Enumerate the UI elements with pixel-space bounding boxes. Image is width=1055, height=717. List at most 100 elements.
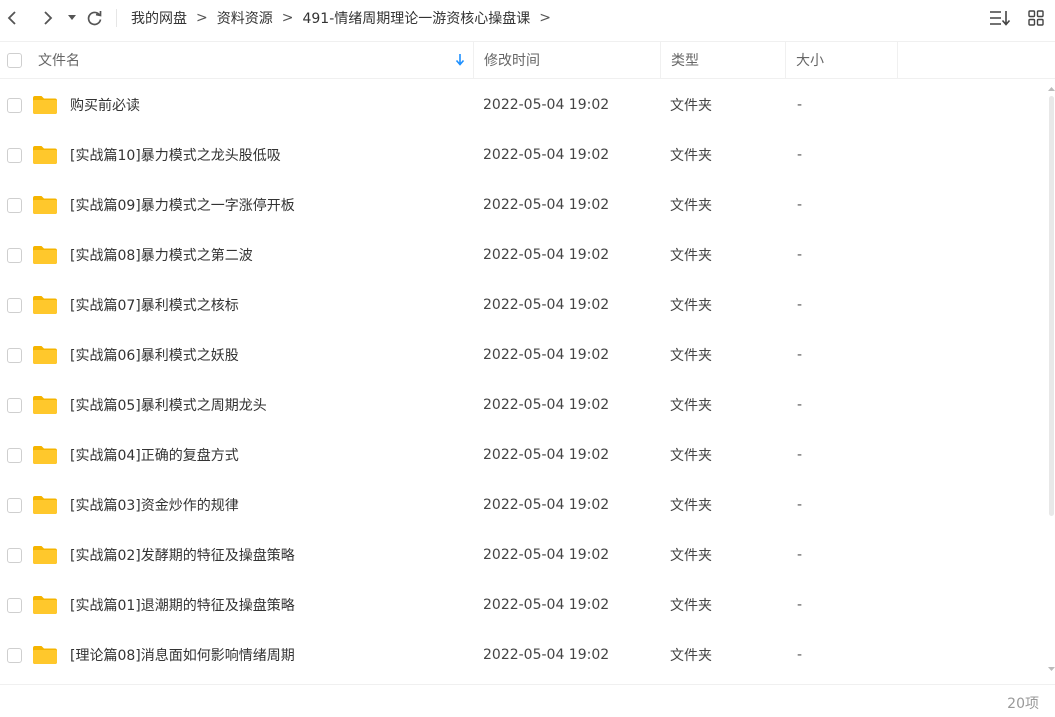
file-name-cell[interactable]: [实战篇09]暴力模式之一字涨停开板 <box>28 195 474 215</box>
file-size: - <box>797 647 803 663</box>
row-checkbox[interactable] <box>6 197 22 213</box>
column-header-size-label: 大小 <box>796 53 824 69</box>
file-name-cell[interactable]: [实战篇03]资金炒作的规律 <box>28 495 474 515</box>
row-checkbox[interactable] <box>6 147 22 163</box>
file-size: - <box>797 397 803 413</box>
file-modified: 2022-05-04 19:02 <box>483 547 610 563</box>
file-type: 文件夹 <box>670 598 712 614</box>
vertical-scrollbar[interactable] <box>1048 80 1055 680</box>
file-row[interactable]: [实战篇10]暴力模式之龙头股低吸 2022-05-04 19:02 文件夹 - <box>0 130 1048 180</box>
file-modified: 2022-05-04 19:02 <box>483 197 610 213</box>
file-modified: 2022-05-04 19:02 <box>483 447 610 463</box>
file-name-cell[interactable]: [实战篇02]发酵期的特征及操盘策略 <box>28 545 474 565</box>
breadcrumb-separator: > <box>196 10 208 26</box>
file-name-cell[interactable]: 购买前必读 <box>28 95 474 115</box>
file-row[interactable]: [实战篇08]暴力模式之第二波 2022-05-04 19:02 文件夹 - <box>0 230 1048 280</box>
refresh-button[interactable] <box>82 3 106 33</box>
folder-icon <box>33 446 57 464</box>
row-checkbox[interactable] <box>6 397 22 413</box>
file-list: 购买前必读 2022-05-04 19:02 文件夹 - [实战篇10]暴力模式之龙头股… <box>0 80 1048 680</box>
column-header-type[interactable]: 类型 <box>661 42 786 78</box>
file-type: 文件夹 <box>670 648 712 664</box>
file-name-cell[interactable]: [理论篇08]消息面如何影响情绪周期 <box>28 645 474 665</box>
file-name[interactable]: [实战篇07]暴利模式之核标 <box>70 295 239 315</box>
sort-button[interactable] <box>987 5 1013 31</box>
row-checkbox[interactable] <box>6 497 22 513</box>
item-count: 20项 <box>1007 696 1039 712</box>
nav-divider <box>116 9 117 27</box>
grid-view-icon <box>1028 10 1044 26</box>
file-row[interactable]: [实战篇02]发酵期的特征及操盘策略 2022-05-04 19:02 文件夹 - <box>0 530 1048 580</box>
row-checkbox[interactable] <box>6 597 22 613</box>
row-checkbox[interactable] <box>6 97 22 113</box>
row-checkbox-cell <box>0 497 28 513</box>
folder-icon <box>33 296 57 314</box>
breadcrumb-item-resources[interactable]: 资料资源 <box>217 8 273 28</box>
grid-view-button[interactable] <box>1023 5 1049 31</box>
file-type: 文件夹 <box>670 498 712 514</box>
file-name-cell[interactable]: [实战篇07]暴利模式之核标 <box>28 295 474 315</box>
file-row[interactable]: [实战篇09]暴力模式之一字涨停开板 2022-05-04 19:02 文件夹 - <box>0 180 1048 230</box>
top-navigation-bar: 我的网盘 > 资料资源 > 491-情绪周期理论一游资核心操盘课 > <box>0 0 1055 36</box>
file-name[interactable]: [实战篇09]暴力模式之一字涨停开板 <box>70 195 295 215</box>
sort-list-icon <box>990 11 1011 26</box>
file-type: 文件夹 <box>670 298 712 314</box>
column-header-modified[interactable]: 修改时间 <box>474 42 661 78</box>
file-type: 文件夹 <box>670 198 712 214</box>
folder-icon <box>33 496 57 514</box>
row-checkbox[interactable] <box>6 247 22 263</box>
file-list-header: 文件名 修改时间 类型 大小 <box>0 41 1055 79</box>
file-name-cell[interactable]: [实战篇06]暴利模式之妖股 <box>28 345 474 365</box>
row-checkbox[interactable] <box>6 647 22 663</box>
file-row[interactable]: 购买前必读 2022-05-04 19:02 文件夹 - <box>0 80 1048 130</box>
column-header-name[interactable]: 文件名 <box>28 42 474 78</box>
file-name-cell[interactable]: [实战篇01]退潮期的特征及操盘策略 <box>28 595 474 615</box>
file-name-cell[interactable]: [实战篇08]暴力模式之第二波 <box>28 245 474 265</box>
scroll-down-arrow-icon[interactable] <box>1048 666 1055 672</box>
column-header-size[interactable]: 大小 <box>786 42 898 78</box>
file-name-cell[interactable]: [实战篇05]暴利模式之周期龙头 <box>28 395 474 415</box>
file-modified: 2022-05-04 19:02 <box>483 647 610 663</box>
file-row[interactable]: [实战篇07]暴利模式之核标 2022-05-04 19:02 文件夹 - <box>0 280 1048 330</box>
forward-button[interactable] <box>36 3 60 33</box>
folder-icon <box>33 96 57 114</box>
file-type: 文件夹 <box>670 398 712 414</box>
file-name[interactable]: [实战篇01]退潮期的特征及操盘策略 <box>70 595 295 615</box>
file-name[interactable]: [实战篇05]暴利模式之周期龙头 <box>70 395 267 415</box>
file-row[interactable]: [实战篇06]暴利模式之妖股 2022-05-04 19:02 文件夹 - <box>0 330 1048 380</box>
file-name[interactable]: [实战篇04]正确的复盘方式 <box>70 445 239 465</box>
row-checkbox[interactable] <box>6 347 22 363</box>
row-checkbox[interactable] <box>6 447 22 463</box>
back-button[interactable] <box>0 3 24 33</box>
select-all-checkbox[interactable] <box>6 52 22 68</box>
file-name[interactable]: [实战篇10]暴力模式之龙头股低吸 <box>70 145 281 165</box>
status-bar: 20项 <box>0 684 1055 717</box>
file-row[interactable]: [实战篇04]正确的复盘方式 2022-05-04 19:02 文件夹 - <box>0 430 1048 480</box>
file-name[interactable]: 购买前必读 <box>70 95 140 115</box>
column-header-type-label: 类型 <box>671 53 699 69</box>
folder-icon <box>33 196 57 214</box>
file-name[interactable]: [实战篇08]暴力模式之第二波 <box>70 245 253 265</box>
file-name[interactable]: [实战篇02]发酵期的特征及操盘策略 <box>70 545 295 565</box>
file-size: - <box>797 497 803 513</box>
scrollbar-thumb[interactable] <box>1049 96 1054 516</box>
row-checkbox[interactable] <box>6 297 22 313</box>
file-name-cell[interactable]: [实战篇10]暴力模式之龙头股低吸 <box>28 145 474 165</box>
breadcrumb-item-current[interactable]: 491-情绪周期理论一游资核心操盘课 <box>302 8 530 28</box>
file-row[interactable]: [实战篇05]暴利模式之周期龙头 2022-05-04 19:02 文件夹 - <box>0 380 1048 430</box>
scroll-up-arrow-icon[interactable] <box>1048 86 1055 92</box>
row-checkbox-cell <box>0 247 28 263</box>
breadcrumb-item-root[interactable]: 我的网盘 <box>131 8 187 28</box>
history-dropdown-button[interactable] <box>64 3 80 33</box>
file-row[interactable]: [实战篇03]资金炒作的规律 2022-05-04 19:02 文件夹 - <box>0 480 1048 530</box>
file-name[interactable]: [实战篇06]暴利模式之妖股 <box>70 345 239 365</box>
file-row[interactable]: [实战篇01]退潮期的特征及操盘策略 2022-05-04 19:02 文件夹 - <box>0 580 1048 630</box>
file-name[interactable]: [实战篇03]资金炒作的规律 <box>70 495 239 515</box>
chevron-right-icon <box>44 11 53 25</box>
file-size: - <box>797 347 803 363</box>
file-name-cell[interactable]: [实战篇04]正确的复盘方式 <box>28 445 474 465</box>
folder-icon <box>33 246 57 264</box>
row-checkbox[interactable] <box>6 547 22 563</box>
file-row[interactable]: [理论篇08]消息面如何影响情绪周期 2022-05-04 19:02 文件夹 - <box>0 630 1048 680</box>
file-name[interactable]: [理论篇08]消息面如何影响情绪周期 <box>70 645 295 665</box>
